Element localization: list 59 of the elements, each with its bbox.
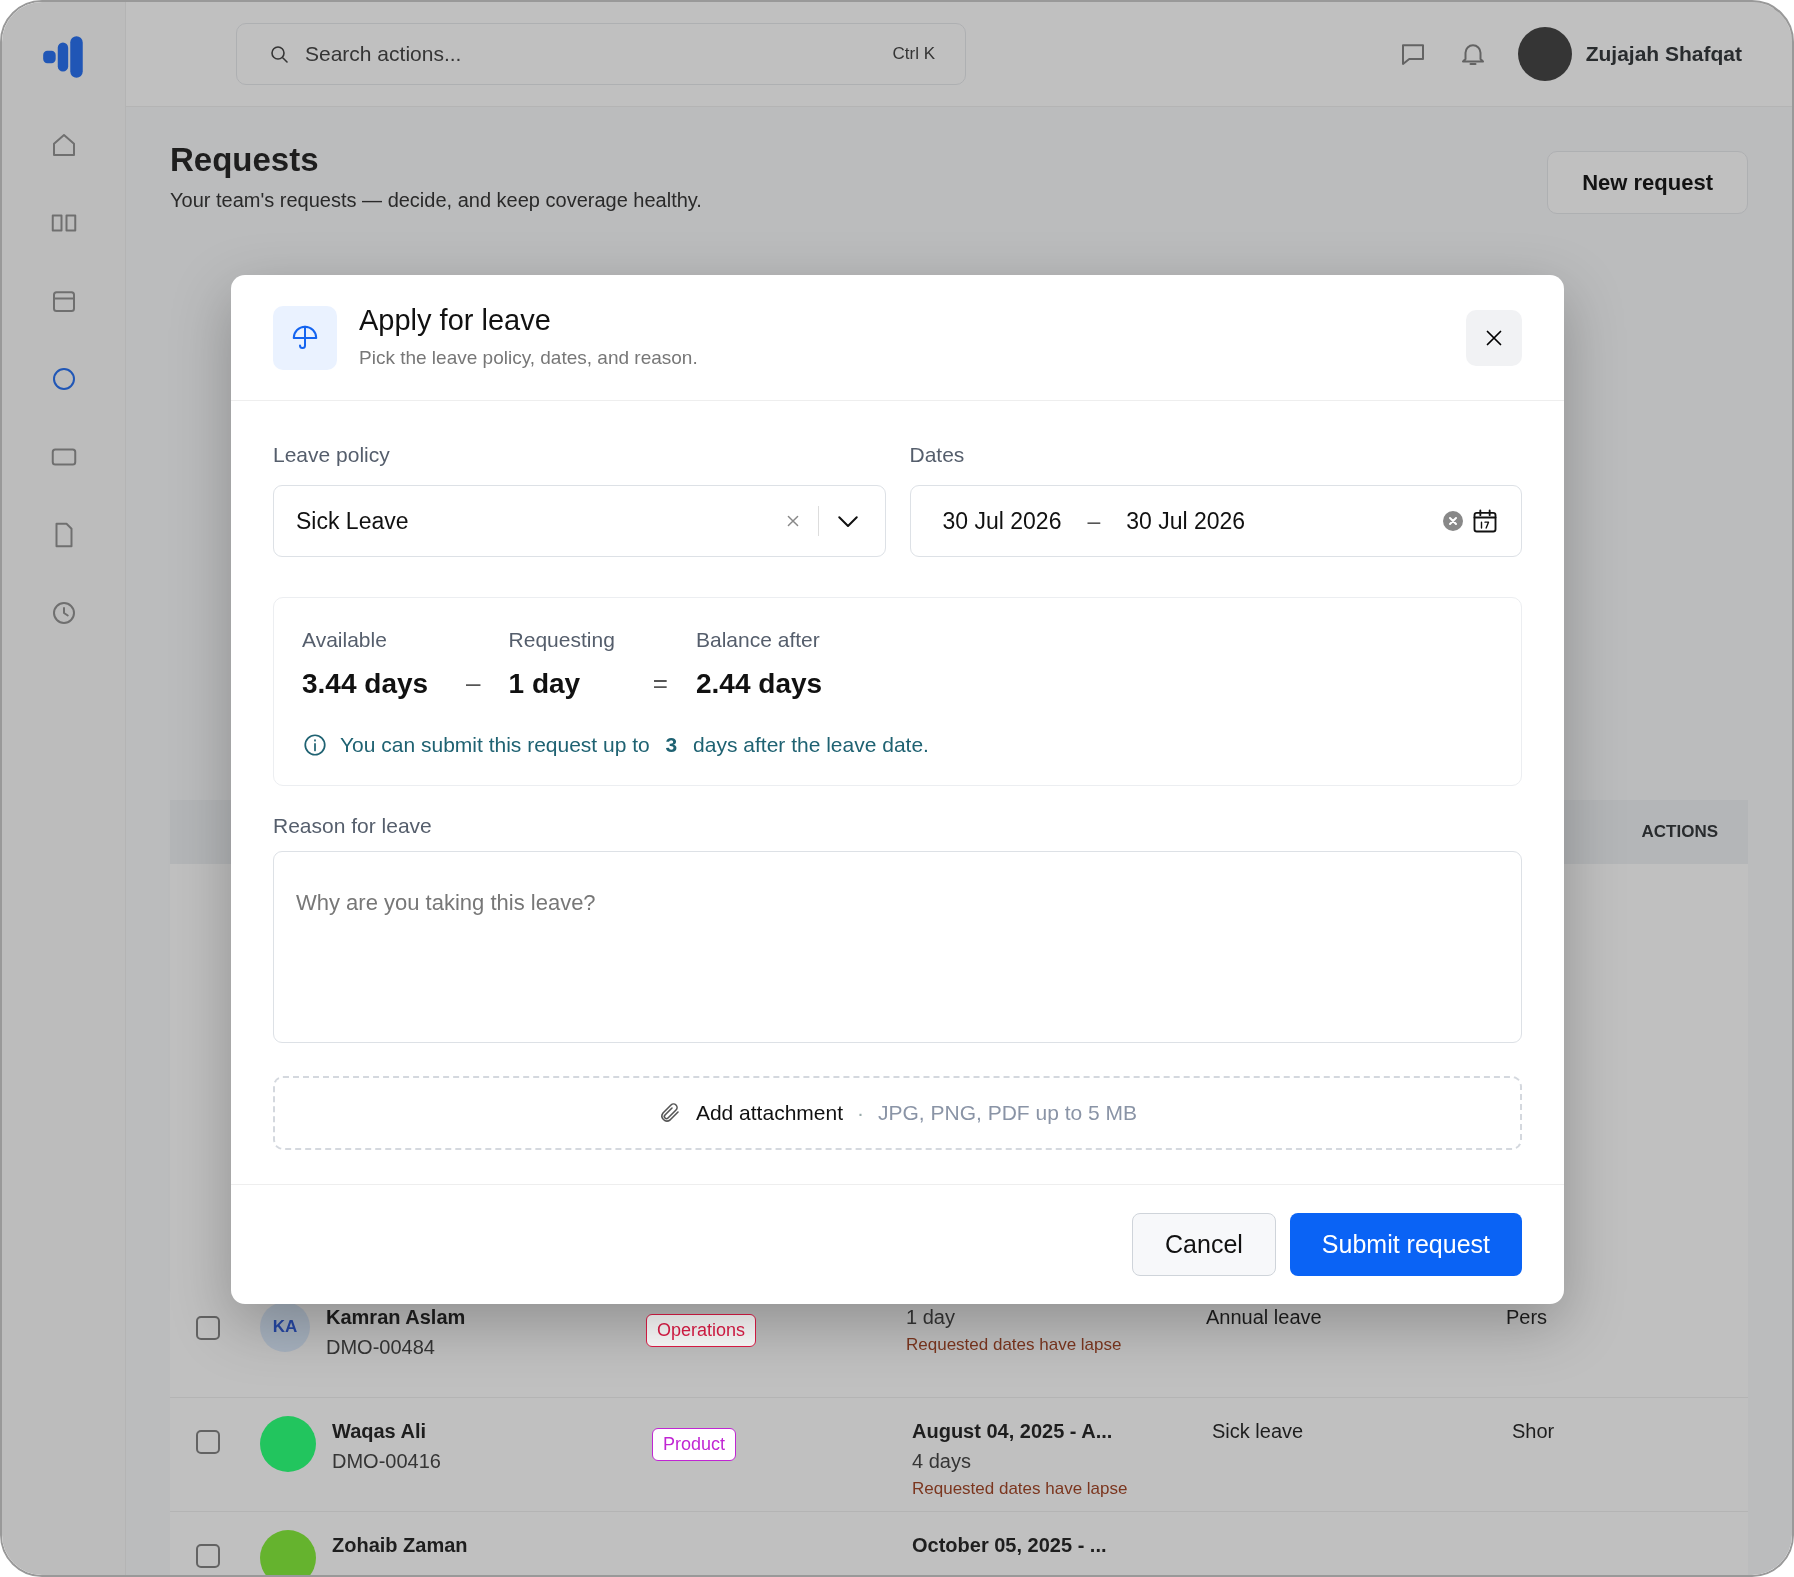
employee-name: Waqas Ali bbox=[332, 1418, 428, 1444]
field-label: Dates bbox=[909, 442, 966, 469]
dialog-subtitle: Pick the leave policy, dates, and reason. bbox=[359, 345, 698, 370]
checkbox[interactable] bbox=[196, 1543, 220, 1568]
leave-type: Annual leave bbox=[1206, 1305, 1322, 1328]
umbrella-icon bbox=[273, 305, 337, 370]
user-name[interactable]: Zujajah Shafqat bbox=[1585, 38, 1742, 70]
info-icon bbox=[302, 732, 328, 759]
attachment-label: Add attachment bbox=[695, 1100, 843, 1127]
page-title: Requests bbox=[170, 140, 320, 180]
date-separator: – bbox=[1087, 506, 1101, 536]
reason-text: Shor bbox=[1512, 1419, 1555, 1442]
reason-field[interactable]: Why are you taking this leave? bbox=[273, 851, 1522, 1044]
date-range: October 05, 2025 - ... bbox=[912, 1532, 1108, 1558]
separator-dot: · bbox=[857, 1100, 864, 1127]
info-note: You can submit this request up to 3 days after the leave date. bbox=[340, 732, 929, 759]
employee-id: DMO-00416 bbox=[332, 1448, 442, 1474]
duration: 1 day bbox=[906, 1304, 956, 1330]
policy-select[interactable]: Sick Leave bbox=[273, 484, 886, 557]
reason-text: Pers bbox=[1506, 1305, 1548, 1328]
cancel-button[interactable]: Cancel bbox=[1132, 1212, 1276, 1276]
start-date: 30 Jul 2026 bbox=[942, 506, 1062, 536]
balance-value: 2.44 days bbox=[696, 667, 823, 702]
date-range-field[interactable]: 30 Jul 2026 – 30 Jul 2026 bbox=[909, 484, 1522, 557]
search-field[interactable]: Search actions... Ctrl K bbox=[236, 23, 966, 85]
warning-text: Requested dates have lapse bbox=[912, 1477, 1129, 1500]
avatar bbox=[1517, 27, 1572, 81]
employee-id: DMO-00484 bbox=[326, 1334, 436, 1360]
department-tag: Product bbox=[652, 1427, 737, 1461]
date-range: August 04, 2025 - A... bbox=[912, 1418, 1114, 1444]
column-heading: ACTIONS bbox=[1641, 820, 1718, 843]
attachment-hint: JPG, PNG, PDF up to 5 MB bbox=[878, 1100, 1138, 1127]
balance-value: 1 day bbox=[508, 667, 582, 702]
department-tag: Operations bbox=[646, 1313, 757, 1347]
clear-icon[interactable] bbox=[1441, 508, 1465, 533]
balance-label: Available bbox=[302, 626, 388, 653]
submit-button[interactable]: Submit request bbox=[1289, 1212, 1522, 1276]
duration: 4 days bbox=[912, 1448, 972, 1474]
close-button[interactable] bbox=[1466, 309, 1522, 366]
balance-label: Balance after bbox=[696, 626, 821, 653]
employee-name: Zohaib Zaman bbox=[332, 1532, 469, 1558]
operator-sign: – bbox=[466, 667, 481, 701]
balance-label: Requesting bbox=[508, 626, 615, 653]
warning-text: Requested dates have lapse bbox=[906, 1333, 1123, 1356]
balance-value: 3.44 days bbox=[302, 667, 429, 702]
page-subtitle: Your team's requests — decide, and keep coverage healthy. bbox=[170, 187, 702, 213]
end-date: 30 Jul 2026 bbox=[1126, 506, 1246, 536]
checkbox[interactable] bbox=[196, 1315, 220, 1340]
shortcut-hint: Ctrl K bbox=[892, 43, 935, 66]
avatar: KA bbox=[260, 1301, 310, 1352]
operator-sign: = bbox=[652, 667, 668, 701]
field-label: Reason for leave bbox=[273, 812, 433, 839]
dialog-title: Apply for leave bbox=[359, 303, 552, 338]
checkbox[interactable] bbox=[196, 1429, 220, 1454]
new-request-button[interactable]: New request bbox=[1547, 151, 1748, 214]
attachment-dropzone[interactable]: Add attachment · JPG, PNG, PDF up to 5 MB bbox=[273, 1075, 1522, 1150]
employee-name: Kamran Aslam bbox=[326, 1304, 467, 1330]
field-label: Leave policy bbox=[273, 442, 391, 469]
leave-type: Sick leave bbox=[1212, 1419, 1304, 1442]
